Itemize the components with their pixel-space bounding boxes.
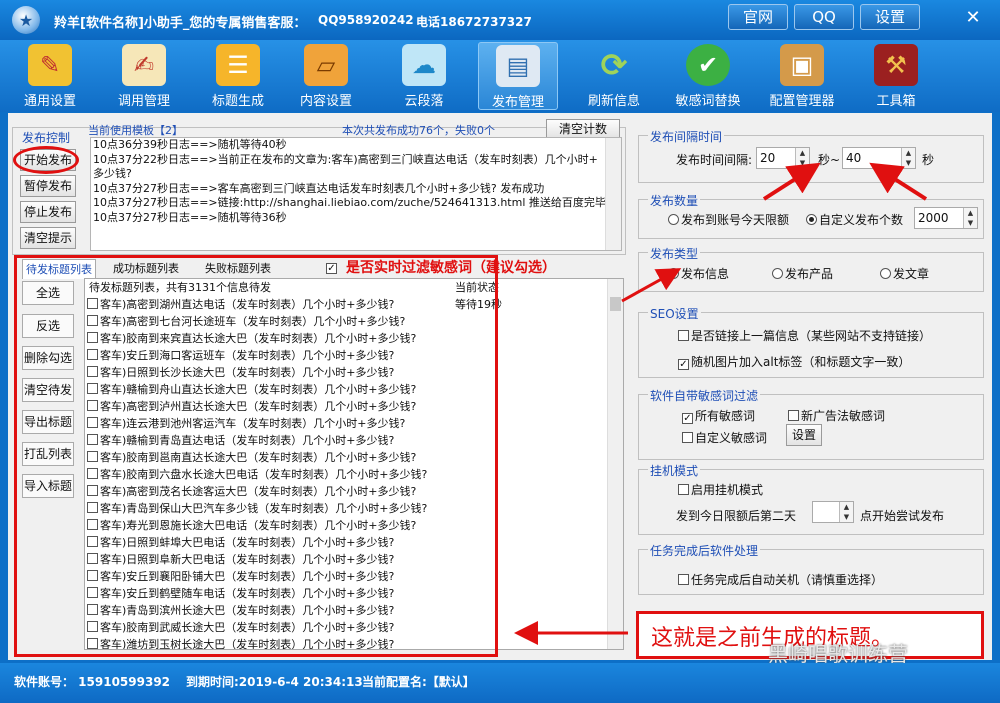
status-account: 软件账号： 15910599392	[14, 675, 171, 689]
folder-icon: ▱	[304, 44, 348, 86]
content-area: 发布控制 当前使用模板【2】 本次共发布成功76个，失败0个 清空计数 开始发布…	[8, 113, 992, 666]
list-icon: ☰	[216, 44, 260, 86]
status-expiry: 到期时间:2019-6-4 20:34:13	[186, 675, 363, 689]
title-qq: QQ958920242	[318, 13, 414, 27]
close-icon[interactable]: ✕	[960, 6, 986, 30]
tool-title-generate[interactable]: ☰ 标题生成	[198, 42, 278, 110]
general-settings-icon: ✎	[28, 44, 72, 86]
tool-publish-management[interactable]: ▤ 发布管理	[478, 42, 558, 110]
arrow-to-interval-max	[869, 162, 928, 201]
tool-cloud-paragraph[interactable]: ☁ 云段落	[384, 42, 464, 110]
arrow-to-type	[621, 268, 682, 303]
refresh-icon: ⟳	[600, 46, 628, 84]
tool-general-settings[interactable]: ✎ 通用设置	[10, 42, 90, 110]
tool-sensitive-replace[interactable]: ✔ 敏感词替换	[668, 42, 748, 110]
status-config: 当前配置名:【默认】	[362, 675, 475, 689]
tool-call-management[interactable]: ✍ 调用管理	[104, 42, 184, 110]
box-icon: ▣	[780, 44, 824, 86]
toolbox-icon: ⚒	[874, 44, 918, 86]
window-title: 羚羊[软件名称]小助手_您的专属销售客服：	[54, 16, 307, 31]
main-toolbar: ✎ 通用设置 ✍ 调用管理 ☰ 标题生成 ▱ 内容设置 ☁ 云段落 ▤ 发布管理 ⟳ 刷新信息…	[0, 40, 1000, 112]
qq-button[interactable]: QQ	[794, 4, 854, 30]
status-bar: 软件账号： 15910599392 到期时间:2019-6-4 20:34:13…	[0, 663, 1000, 703]
cloud-icon: ☁	[402, 44, 446, 86]
arrow-to-interval-min	[762, 162, 821, 201]
tool-refresh-info[interactable]: ⟳ 刷新信息	[574, 42, 654, 110]
settings-button[interactable]: 设置	[860, 4, 920, 30]
title-phone: 电话18672737327	[416, 15, 532, 29]
app-logo-icon: ★	[12, 6, 40, 34]
tool-content-settings[interactable]: ▱ 内容设置	[286, 42, 366, 110]
notepad-icon: ✍	[122, 44, 166, 86]
publish-icon: ▤	[496, 45, 540, 87]
official-site-button[interactable]: 官网	[728, 4, 788, 30]
check-shield-icon: ✔	[686, 44, 730, 86]
title-bar: ★ 羚羊[软件名称]小助手_您的专属销售客服： QQ958920242 电话18…	[0, 0, 1000, 40]
tool-config-manager[interactable]: ▣ 配置管理器	[762, 42, 842, 110]
annotation-arrows	[514, 162, 928, 645]
tool-toolbox[interactable]: ⚒ 工具箱	[856, 42, 936, 110]
